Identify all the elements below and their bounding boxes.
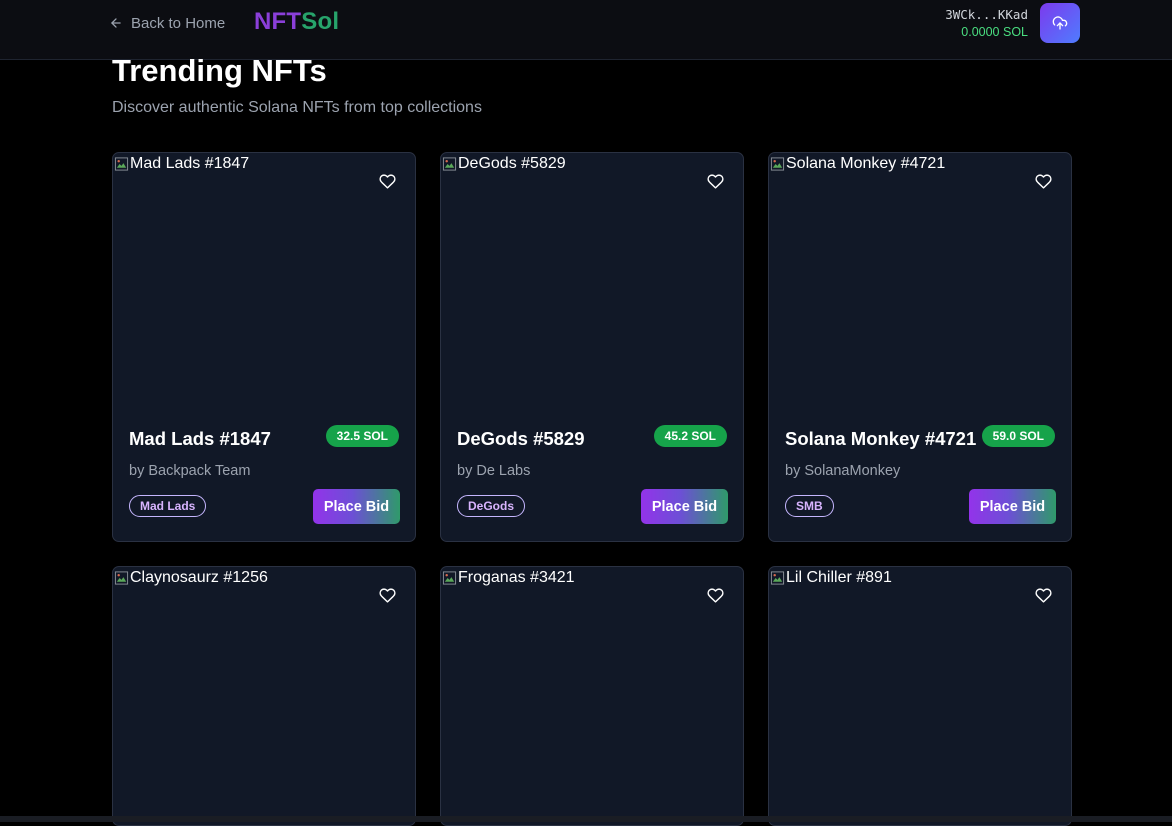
price-badge: 32.5 SOL <box>325 425 399 447</box>
favorite-button[interactable] <box>1031 583 1055 607</box>
nft-name: Mad Lads #1847 <box>129 428 271 449</box>
wallet-balance: 0.0000 SOL <box>961 25 1028 39</box>
favorite-button[interactable] <box>1031 169 1055 193</box>
nft-name: DeGods #5829 <box>457 428 585 449</box>
nft-card[interactable]: Froganas #3421 <box>440 566 744 826</box>
price-badge: 45.2 SOL <box>653 425 727 447</box>
arrow-left-icon <box>111 18 121 28</box>
nft-image-alt: Solana Monkey #4721 <box>770 155 945 173</box>
heart-icon <box>1034 173 1052 189</box>
page-title: Trending NFTs <box>112 53 327 88</box>
heart-icon <box>378 587 396 603</box>
wallet-address: 3WCk...KKad <box>945 7 1028 22</box>
heart-icon <box>706 173 724 189</box>
page-subtitle: Discover authentic Solana NFTs from top … <box>112 99 482 116</box>
back-to-home-link[interactable]: Back to Home <box>109 13 225 33</box>
top-navbar: Back to Home NFTSol 3WCk...KKad 0.0000 S… <box>0 0 1172 60</box>
nft-image[interactable]: DeGods #5829 <box>441 153 743 413</box>
nft-image[interactable]: Claynosaurz #1256 <box>113 567 415 825</box>
collection-tag[interactable]: SMB <box>785 495 834 517</box>
heart-icon <box>378 173 396 189</box>
heart-icon <box>706 587 724 603</box>
nft-image[interactable]: Froganas #3421 <box>441 567 743 825</box>
favorite-button[interactable] <box>703 583 727 607</box>
broken-image-icon <box>114 571 129 585</box>
nft-creator: by De Labs <box>457 463 531 479</box>
favorite-button[interactable] <box>375 583 399 607</box>
heart-icon <box>1034 587 1052 603</box>
favorite-button[interactable] <box>703 169 727 193</box>
place-bid-button[interactable]: Place Bid <box>969 489 1056 524</box>
collection-tag[interactable]: Mad Lads <box>129 495 207 517</box>
broken-image-icon <box>442 571 457 585</box>
nft-image-alt: Mad Lads #1847 <box>114 155 249 173</box>
nft-card[interactable]: Solana Monkey #4721 Solana Monkey #4721 … <box>768 152 1072 542</box>
nft-image[interactable]: Solana Monkey #4721 <box>769 153 1071 413</box>
upload-cloud-icon <box>1052 16 1068 30</box>
nft-image[interactable]: Lil Chiller #891 <box>769 567 1071 825</box>
logo-text-nft: NFT <box>254 8 302 35</box>
logo-text-sol: Sol <box>301 8 340 35</box>
place-bid-button[interactable]: Place Bid <box>641 489 728 524</box>
nft-image-alt: Claynosaurz #1256 <box>114 569 268 587</box>
upload-button[interactable] <box>1040 3 1080 43</box>
broken-image-icon <box>442 157 457 171</box>
nft-card[interactable]: Lil Chiller #891 <box>768 566 1072 826</box>
nft-creator: by SolanaMonkey <box>785 463 901 479</box>
broken-image-icon <box>770 157 785 171</box>
nft-image-alt: Lil Chiller #891 <box>770 569 892 587</box>
wallet-info: 3WCk...KKad 0.0000 SOL <box>945 6 1028 41</box>
nft-card[interactable]: Mad Lads #1847 Mad Lads #1847 32.5 SOL b… <box>112 152 416 542</box>
nft-name: Solana Monkey #4721 <box>785 428 977 449</box>
nft-image[interactable]: Mad Lads #1847 <box>113 153 415 413</box>
nft-creator: by Backpack Team <box>129 463 251 479</box>
broken-image-icon <box>114 157 129 171</box>
nft-image-alt: DeGods #5829 <box>442 155 566 173</box>
nft-image-alt: Froganas #3421 <box>442 569 575 587</box>
broken-image-icon <box>770 571 785 585</box>
nft-card[interactable]: DeGods #5829 DeGods #5829 45.2 SOL by De… <box>440 152 744 542</box>
back-to-home-label: Back to Home <box>131 14 226 32</box>
price-badge: 59.0 SOL <box>981 425 1055 447</box>
collection-tag[interactable]: DeGods <box>457 495 526 517</box>
favorite-button[interactable] <box>375 169 399 193</box>
nft-card[interactable]: Claynosaurz #1256 <box>112 566 416 826</box>
window-bottom-edge <box>0 816 1172 822</box>
place-bid-button[interactable]: Place Bid <box>313 489 400 524</box>
brand-logo[interactable]: NFTSol <box>254 8 339 36</box>
